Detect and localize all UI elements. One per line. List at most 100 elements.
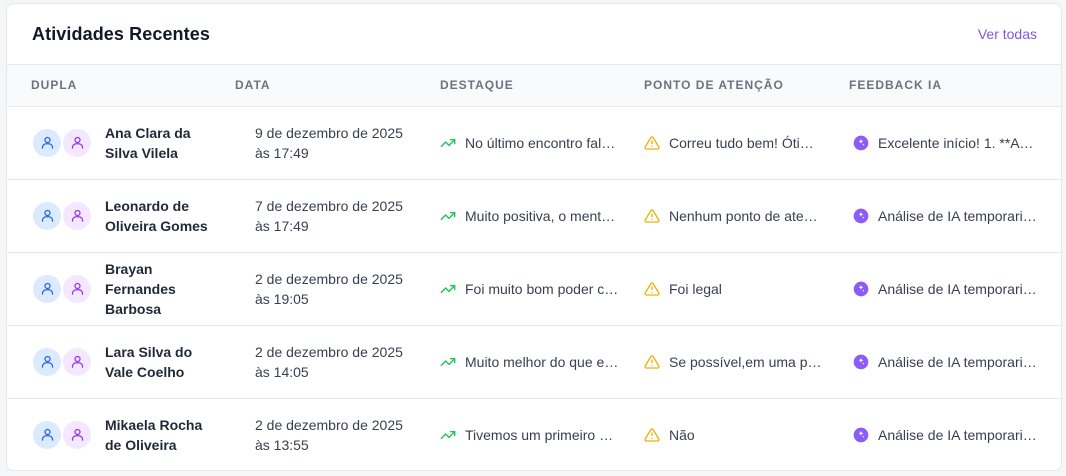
user-icon	[71, 282, 83, 295]
attention-text: Nenhum ponto de atenção	[669, 207, 825, 224]
warning-triangle-icon	[644, 281, 660, 297]
card-title: Atividades Recentes	[32, 23, 210, 44]
ai-sparkle-icon	[853, 281, 869, 297]
warning-triangle-icon	[644, 354, 660, 370]
highlight-text: Foi muito bom poder conversar	[465, 280, 620, 297]
user-icon	[41, 355, 53, 368]
user-icon	[41, 282, 53, 295]
pair-avatars	[33, 128, 91, 157]
pair-cell: Leonardo de Oliveira Gomes	[31, 196, 211, 236]
mentee-avatar	[63, 420, 91, 449]
pair-cell: Lara Silva do Vale Coelho	[31, 342, 211, 382]
table-row[interactable]: Mikaela Rocha de Oliveira 2 de dezembro …	[7, 398, 1061, 470]
table-row[interactable]: Leonardo de Oliveira Gomes 7 de dezembro…	[7, 179, 1061, 252]
user-icon	[71, 429, 83, 441]
pair-name: Brayan Fernandes Barbosa	[105, 260, 176, 317]
pair-cell: Brayan Fernandes Barbosa	[31, 259, 211, 319]
trending-up-icon	[440, 135, 456, 151]
user-icon	[41, 429, 53, 441]
ai-feedback-cell: Análise de IA temporariamente...	[853, 208, 1039, 224]
user-icon	[41, 136, 53, 149]
highlight-text: No último encontro falamos sobre...	[465, 134, 620, 151]
mentor-avatar	[33, 128, 61, 157]
pair-avatars	[33, 201, 91, 230]
attention-text: Foi legal	[669, 280, 722, 297]
attention-text: Não	[669, 426, 695, 443]
trending-up-icon	[440, 208, 456, 224]
mentor-avatar	[33, 274, 61, 303]
ai-feedback-cell: Análise de IA temporariamente...	[853, 427, 1039, 443]
mentee-avatar	[63, 128, 91, 157]
mentor-avatar	[33, 347, 61, 376]
column-header-ponto-atencao: PONTO DE ATENÇÃO	[644, 78, 784, 93]
warning-triangle-icon	[644, 208, 660, 224]
attention-cell: Se possível,em uma próxima vez	[644, 354, 825, 370]
pair-avatars	[33, 347, 91, 376]
attention-cell: Correu tudo bem! Ótima conversa.	[644, 135, 825, 151]
attention-cell: Não	[644, 427, 825, 443]
activity-date: 2 de dezembro de 2025 às 19:05	[255, 270, 403, 307]
mentor-avatar	[33, 420, 61, 449]
mentor-avatar	[33, 201, 61, 230]
ai-feedback-text: Análise de IA temporariamente...	[878, 280, 1039, 297]
pair-avatars	[33, 274, 91, 303]
user-icon	[71, 136, 83, 149]
ai-feedback-text: Análise de IA temporariamente...	[878, 426, 1039, 443]
ai-feedback-text: Análise de IA temporariamente...	[878, 353, 1039, 370]
card-header: Atividades Recentes Ver todas	[7, 4, 1061, 65]
trending-up-icon	[440, 427, 456, 443]
highlight-cell: Muito positiva, o mentor foi ótimo	[440, 208, 620, 224]
activities-table: DUPLA DATA DESTAQUE PONTO DE ATENÇÃO FEE…	[7, 65, 1061, 470]
see-all-link[interactable]: Ver todas	[978, 26, 1037, 42]
mentee-avatar	[63, 274, 91, 303]
ai-feedback-text: Análise de IA temporariamente...	[878, 207, 1039, 224]
highlight-cell: Muito melhor do que eu imaginava	[440, 354, 620, 370]
column-header-data: DATA	[235, 78, 271, 93]
table-header-row: DUPLA DATA DESTAQUE PONTO DE ATENÇÃO FEE…	[7, 65, 1061, 106]
table-row[interactable]: Ana Clara da Silva Vilela 9 de dezembro …	[7, 106, 1061, 179]
pair-name: Lara Silva do Vale Coelho	[105, 343, 193, 380]
trending-up-icon	[440, 281, 456, 297]
attention-cell: Foi legal	[644, 281, 825, 297]
highlight-text: Muito positiva, o mentor foi ótimo	[465, 207, 620, 224]
column-header-feedback-ia: FEEDBACK IA	[849, 78, 943, 93]
attention-text: Correu tudo bem! Ótima conversa.	[669, 134, 825, 151]
ai-feedback-cell: Análise de IA temporariamente...	[853, 354, 1039, 370]
attention-text: Se possível,em uma próxima vez	[669, 353, 825, 370]
highlight-text: Tivemos um primeiro encontro	[465, 426, 620, 443]
table-row[interactable]: Lara Silva do Vale Coelho 2 de dezembro …	[7, 325, 1061, 398]
pair-name: Ana Clara da Silva Vilela	[105, 124, 191, 161]
pair-name: Mikaela Rocha de Oliveira	[105, 416, 203, 453]
highlight-cell: Foi muito bom poder conversar	[440, 281, 620, 297]
user-icon	[71, 209, 83, 222]
pair-cell: Ana Clara da Silva Vilela	[31, 123, 211, 163]
highlight-cell: Tivemos um primeiro encontro	[440, 427, 620, 443]
table-row[interactable]: Brayan Fernandes Barbosa 2 de dezembro d…	[7, 252, 1061, 325]
trending-up-icon	[440, 354, 456, 370]
activity-date: 2 de dezembro de 2025 às 14:05	[255, 343, 403, 380]
ai-sparkle-icon	[853, 135, 869, 151]
activity-date: 2 de dezembro de 2025 às 13:55	[255, 416, 403, 453]
column-header-destaque: DESTAQUE	[440, 78, 514, 93]
column-header-dupla: DUPLA	[31, 78, 78, 93]
user-icon	[41, 209, 53, 222]
ai-sparkle-icon	[853, 208, 869, 224]
pair-name: Leonardo de Oliveira Gomes	[105, 197, 208, 234]
ai-feedback-text: Excelente início! 1. **Avaliação...	[878, 134, 1039, 151]
ai-feedback-cell: Excelente início! 1. **Avaliação...	[853, 135, 1039, 151]
mentee-avatar	[63, 347, 91, 376]
ai-sparkle-icon	[853, 354, 869, 370]
ai-feedback-cell: Análise de IA temporariamente...	[853, 281, 1039, 297]
warning-triangle-icon	[644, 427, 660, 443]
attention-cell: Nenhum ponto de atenção	[644, 208, 825, 224]
user-icon	[71, 355, 83, 368]
pair-avatars	[33, 420, 91, 449]
ai-sparkle-icon	[853, 427, 869, 443]
recent-activities-card: Atividades Recentes Ver todas DUPLA DATA…	[6, 3, 1062, 471]
highlight-cell: No último encontro falamos sobre...	[440, 135, 620, 151]
warning-triangle-icon	[644, 135, 660, 151]
activity-date: 9 de dezembro de 2025 às 17:49	[255, 124, 403, 161]
activity-date: 7 de dezembro de 2025 às 17:49	[255, 197, 403, 234]
pair-cell: Mikaela Rocha de Oliveira	[31, 415, 211, 455]
mentee-avatar	[63, 201, 91, 230]
